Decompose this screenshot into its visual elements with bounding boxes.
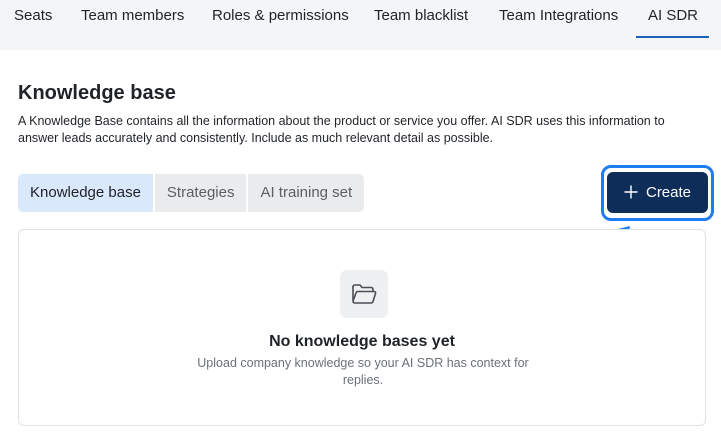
subtab-knowledge-base[interactable]: Knowledge base [18,174,153,212]
page-description: A Knowledge Base contains all the inform… [18,114,665,145]
tab-team-blacklist[interactable]: Team blacklist [374,0,468,36]
sub-tab-group: Knowledge base Strategies AI training se… [18,174,365,212]
top-tab-bar: Seats Team members Roles & permissions T… [0,0,721,50]
tab-team-members[interactable]: Team members [81,0,184,36]
empty-state-card: No knowledge bases yet Upload company kn… [18,229,706,426]
empty-state-description: Upload company knowledge so your AI SDR … [197,356,529,387]
plus-icon [624,184,638,202]
tab-team-integrations[interactable]: Team Integrations [499,0,618,36]
create-button-label: Create [645,184,692,201]
create-button[interactable]: Create [607,172,708,213]
subtab-ai-training-set[interactable]: AI training set [248,174,365,212]
tab-roles-permissions[interactable]: Roles & permissions [212,0,349,36]
page-title: Knowledge base [18,82,176,104]
empty-state-title: No knowledge bases yet [269,333,455,350]
tab-seats[interactable]: Seats [14,0,52,36]
tab-ai-sdr[interactable]: AI SDR [636,0,710,38]
folder-open-icon [340,270,388,318]
subtab-strategies[interactable]: Strategies [154,174,247,212]
